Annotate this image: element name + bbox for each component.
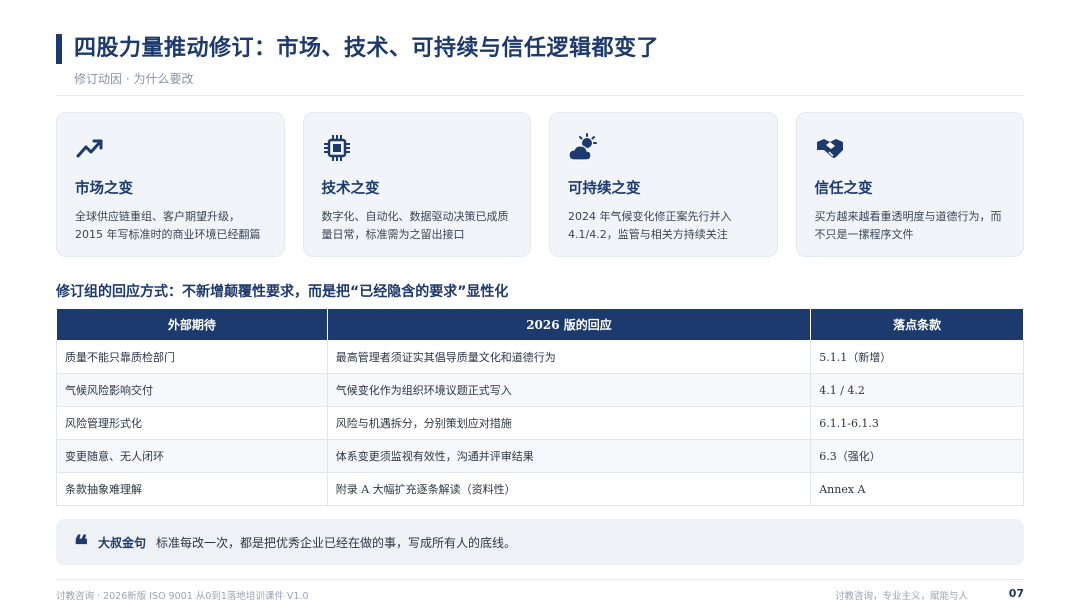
response-table: 外部期待 2026 版的回应 落点条款 质量不能只靠质检部门 最高管理者须证实其… bbox=[56, 308, 1024, 506]
table-cell: 6.1.1-6.1.3 bbox=[810, 406, 1024, 440]
card-description: 全球供应链重组、客户期望升级，2015 年写标准时的商业环境已经翻篇 bbox=[75, 210, 261, 241]
table-cell: 风险与机遇拆分，分别策划应对措施 bbox=[326, 406, 812, 440]
page-number: 07 bbox=[1008, 587, 1024, 600]
handshake-icon bbox=[816, 139, 843, 158]
table-cell: 6.3（强化） bbox=[810, 439, 1024, 473]
table-cell: 5.1.1（新增） bbox=[810, 340, 1024, 374]
card-title: 可持续之变 bbox=[568, 181, 641, 197]
table-cell: 体系变更须监视有效性，沟通并评审结果 bbox=[326, 439, 812, 473]
footer-course-info: 讨教咨询 · 2026新版 ISO 9001 从0到1落地培训课件 V1.0 bbox=[56, 591, 309, 602]
card-description: 2024 年气候变化修正案先行并入 4.1/4.2，监管与相关方持续关注 bbox=[568, 210, 732, 241]
trending-up-icon bbox=[76, 139, 103, 158]
card-description: 数字化、自动化、数据驱动决策已成质量日常，标准需为之留出接口 bbox=[321, 210, 509, 241]
table-cell: 气候变化作为组织环境议题正式写入 bbox=[326, 373, 812, 407]
cloud-sun-icon bbox=[568, 133, 597, 161]
quote-text: 标准每改一次，都是把优秀企业已经在做的事，写成所有人的底线。 bbox=[156, 535, 517, 550]
header-divider bbox=[56, 95, 1024, 96]
card-title: 市场之变 bbox=[75, 181, 133, 197]
footer-slogan: 讨教咨询，专业主义，赋能与人 bbox=[834, 591, 968, 602]
table-cell: 4.1 / 4.2 bbox=[810, 373, 1024, 407]
table-cell: 质量不能只靠质检部门 bbox=[56, 340, 328, 374]
card-description: 买方越来越看重透明度与道德行为，而不只是一摞程序文件 bbox=[814, 210, 1002, 241]
table-cell: 最高管理者须证实其倡导质量文化和道德行为 bbox=[326, 340, 812, 374]
card-title: 信任之变 bbox=[814, 181, 873, 197]
table-cell: 风险管理形式化 bbox=[56, 406, 328, 440]
column-header: 2026 版的回应 bbox=[326, 308, 812, 341]
table-row: 气候风险影响交付 气候变化作为组织环境议题正式写入 4.1 / 4.2 bbox=[56, 373, 1024, 407]
card-technology: 技术之变 数字化、自动化、数据驱动决策已成质量日常，标准需为之留出接口 bbox=[302, 112, 531, 257]
table-cell: Annex A bbox=[810, 472, 1024, 506]
page-title: 四股力量推动修订：市场、技术、可持续与信任逻辑都变了 bbox=[74, 36, 660, 61]
table-row: 变更随意、无人闭环 体系变更须监视有效性，沟通并评审结果 6.3（强化） bbox=[56, 439, 1024, 473]
quote-box: ❝ 大叔金句 标准每改一次，都是把优秀企业已经在做的事，写成所有人的底线。 bbox=[56, 519, 1024, 565]
column-header: 落点条款 bbox=[810, 308, 1024, 341]
column-header: 外部期待 bbox=[56, 308, 328, 341]
card-sustainability: 可持续之变 2024 年气候变化修正案先行并入 4.1/4.2，监管与相关方持续… bbox=[549, 112, 778, 257]
table-cell: 气候风险影响交付 bbox=[56, 373, 328, 407]
table-row: 质量不能只靠质检部门 最高管理者须证实其倡导质量文化和道德行为 5.1.1（新增… bbox=[56, 340, 1024, 374]
card-title: 技术之变 bbox=[321, 181, 380, 197]
quote-label: 大叔金句 bbox=[98, 535, 147, 550]
table-header-row: 外部期待 2026 版的回应 落点条款 bbox=[56, 308, 1024, 341]
table-cell: 变更随意、无人闭环 bbox=[56, 439, 328, 473]
section-title: 修订组的回应方式：不新增颠覆性要求，而是把“已经隐含的要求”显性化 bbox=[56, 284, 509, 300]
table-row: 条款抽象难理解 附录 A 大幅扩充逐条解读（资料性） Annex A bbox=[56, 472, 1024, 506]
table-cell: 附录 A 大幅扩充逐条解读（资料性） bbox=[326, 472, 812, 506]
chip-icon bbox=[323, 135, 350, 161]
title-accent-bar bbox=[56, 34, 62, 64]
card-trust: 信任之变 买方越来越看重透明度与道德行为，而不只是一摞程序文件 bbox=[795, 112, 1024, 257]
table-cell: 条款抽象难理解 bbox=[56, 472, 328, 506]
quote-icon: ❝ bbox=[74, 531, 88, 561]
card-market: 市场之变 全球供应链重组、客户期望升级，2015 年写标准时的商业环境已经翻篇 bbox=[56, 112, 285, 257]
footer-divider bbox=[56, 579, 1024, 580]
table-row: 风险管理形式化 风险与机遇拆分，分别策划应对措施 6.1.1-6.1.3 bbox=[56, 406, 1024, 440]
page-subtitle: 修订动因 · 为什么要改 bbox=[74, 72, 194, 86]
driver-cards: 市场之变 全球供应链重组、客户期望升级，2015 年写标准时的商业环境已经翻篇 … bbox=[56, 112, 1024, 257]
